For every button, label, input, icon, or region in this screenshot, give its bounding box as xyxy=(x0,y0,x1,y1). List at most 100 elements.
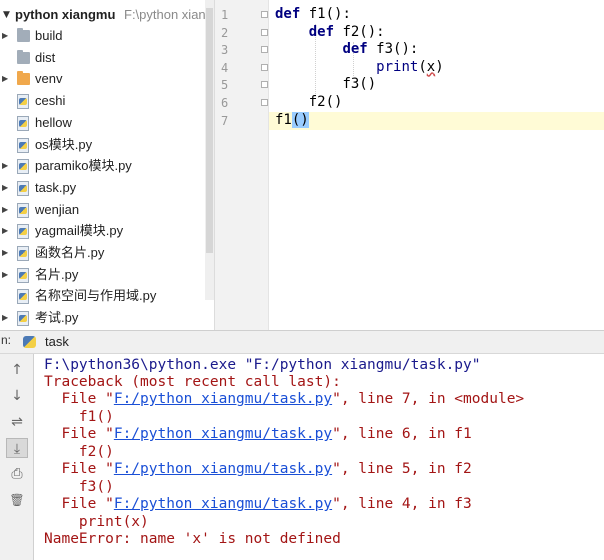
tree-item-label: venv xyxy=(35,71,63,87)
tree-item[interactable]: ceshi xyxy=(0,91,210,111)
fold-marker-icon[interactable] xyxy=(261,63,268,71)
code-line[interactable]: f2() xyxy=(275,93,343,111)
tree-item[interactable]: ▶ 名片.py xyxy=(0,265,210,285)
tab-task[interactable]: task xyxy=(45,334,69,349)
run-tool-header: n: task xyxy=(0,330,604,354)
project-root[interactable]: ▼ python xiangmu F:\python xiang xyxy=(0,5,214,25)
python-file-icon xyxy=(17,267,29,283)
python-file-icon xyxy=(17,137,29,153)
tree-item-label: 名片.py xyxy=(35,266,79,282)
tree-item[interactable]: ▶ 函数名片.py xyxy=(0,243,210,263)
tree-item-label: ceshi xyxy=(35,93,66,109)
python-file-icon xyxy=(17,246,29,261)
file-link[interactable]: F:/python xiangmu/task.py xyxy=(114,426,332,442)
project-scrollbar[interactable] xyxy=(205,0,214,300)
tree-item[interactable]: dist xyxy=(0,48,210,68)
brace-match: () xyxy=(291,111,309,128)
fold-marker-icon[interactable] xyxy=(261,11,268,18)
code-line[interactable]: def f3(): xyxy=(275,40,418,58)
tree-item-label: 考试.py xyxy=(35,310,79,326)
tree-item[interactable]: os模块.py xyxy=(0,135,210,155)
folder-icon xyxy=(17,28,30,42)
console-traceback-header: Traceback (most recent call last): xyxy=(44,374,341,390)
code-text: f3(): xyxy=(367,41,419,58)
current-line-highlight xyxy=(269,112,604,130)
fold-marker-icon[interactable] xyxy=(261,28,268,36)
fold-marker-icon[interactable] xyxy=(261,46,268,54)
file-link[interactable]: F:/python xiangmu/task.py xyxy=(114,391,332,407)
chevron-right-icon[interactable]: ▶ xyxy=(2,265,8,285)
chevron-right-icon[interactable]: ▶ xyxy=(2,243,8,263)
line-number: 1 xyxy=(221,8,229,22)
print-icon[interactable]: ⎙ xyxy=(6,464,28,484)
code-line[interactable]: print(x) xyxy=(275,58,443,76)
code-text: f1 xyxy=(275,111,292,128)
run-tab-prefix: n: xyxy=(1,333,12,347)
arrow-down-icon[interactable]: ↓ xyxy=(6,386,28,406)
code-line[interactable]: def f2(): xyxy=(275,23,385,41)
tree-item-label: hellow xyxy=(35,114,72,130)
folder-icon xyxy=(17,49,30,64)
traceback-file-line: File "F:/python xiangmu/task.py", line 6… xyxy=(44,426,471,443)
tree-item-label: os模块.py xyxy=(35,136,93,152)
chevron-right-icon[interactable]: ▶ xyxy=(2,200,8,220)
traceback-text: ", line 5, in f2 xyxy=(332,461,472,477)
chevron-right-icon[interactable]: ▶ xyxy=(2,26,8,46)
project-tool-window: ▼ python xiangmu F:\python xiang ▶ build d… xyxy=(0,0,214,330)
code-text: f1(): xyxy=(300,6,351,22)
fold-marker-icon[interactable] xyxy=(261,99,268,106)
tree-item-label: 函数名片.py xyxy=(35,245,105,260)
run-console[interactable]: F:\python36\python.exe "F:/python xiangm… xyxy=(34,354,604,560)
traceback-code-line: f2() xyxy=(44,443,114,460)
trash-icon[interactable]: 🗑 xyxy=(6,490,28,510)
arrow-up-icon[interactable]: ↑ xyxy=(6,360,28,380)
traceback-file-line: File "F:/python xiangmu/task.py", line 7… xyxy=(44,391,524,408)
traceback-file-line: File "F:/python xiangmu/task.py", line 5… xyxy=(44,461,472,478)
line-number: 2 xyxy=(221,25,229,40)
fold-marker-icon[interactable] xyxy=(261,81,268,89)
project-root-path: F:\python xiang xyxy=(124,7,213,22)
scroll-to-end-icon[interactable]: ⤓ xyxy=(6,438,28,458)
file-link[interactable]: F:/python xiangmu/task.py xyxy=(114,496,332,512)
tree-item[interactable]: ▶ yagmail模块.py xyxy=(0,221,210,241)
tree-item-label: wenjian xyxy=(35,201,80,217)
tree-item[interactable]: 名称空间与作用域.py xyxy=(0,286,210,306)
tree-item[interactable]: hellow xyxy=(0,113,210,133)
python-file-icon xyxy=(17,202,29,218)
python-file-icon xyxy=(17,159,29,175)
traceback-text: ", line 4, in f3 xyxy=(332,496,472,512)
scrollbar-thumb[interactable] xyxy=(206,8,213,253)
chevron-right-icon[interactable]: ▶ xyxy=(2,221,8,241)
tree-item[interactable]: ▶ build xyxy=(0,26,210,46)
traceback-file-line: File "F:/python xiangmu/task.py", line 4… xyxy=(44,496,472,513)
tree-item-label: paramiko模块.py xyxy=(35,158,132,174)
file-link[interactable]: F:/python xiangmu/task.py xyxy=(114,461,332,477)
code-line[interactable]: def f1(): xyxy=(275,5,351,23)
tree-item[interactable]: ▶ 考试.py xyxy=(0,308,210,328)
tree-item-label: dist xyxy=(35,49,56,65)
folder-icon xyxy=(17,71,30,86)
tree-item[interactable]: ▶ venv xyxy=(0,69,210,89)
chevron-down-icon[interactable]: ▼ xyxy=(3,5,10,25)
line-number: 7 xyxy=(221,113,229,128)
code-keyword: def xyxy=(275,6,301,22)
chevron-right-icon[interactable]: ▶ xyxy=(2,69,8,89)
tree-item[interactable]: ▶ task.py xyxy=(0,178,210,198)
code-line[interactable]: f1() xyxy=(275,111,309,129)
soft-wrap-icon[interactable]: ⇌ xyxy=(6,412,28,432)
code-editor[interactable]: def f1(): def f2(): def f3(): print(x) f… xyxy=(268,0,604,330)
python-file-icon xyxy=(17,289,29,305)
chevron-right-icon[interactable]: ▶ xyxy=(2,156,8,176)
editor-gutter: 1 2 3 4 5 6 7 xyxy=(214,0,269,330)
tree-item-label: build xyxy=(35,28,63,43)
tree-item[interactable]: ▶ paramiko模块.py xyxy=(0,156,210,176)
chevron-right-icon[interactable]: ▶ xyxy=(2,308,8,328)
code-line[interactable]: f3() xyxy=(275,75,376,93)
python-file-icon xyxy=(17,311,29,327)
traceback-text: File " xyxy=(44,496,114,512)
tree-item[interactable]: ▶ wenjian xyxy=(0,200,210,220)
python-file-icon xyxy=(17,94,29,110)
chevron-right-icon[interactable]: ▶ xyxy=(2,178,8,198)
